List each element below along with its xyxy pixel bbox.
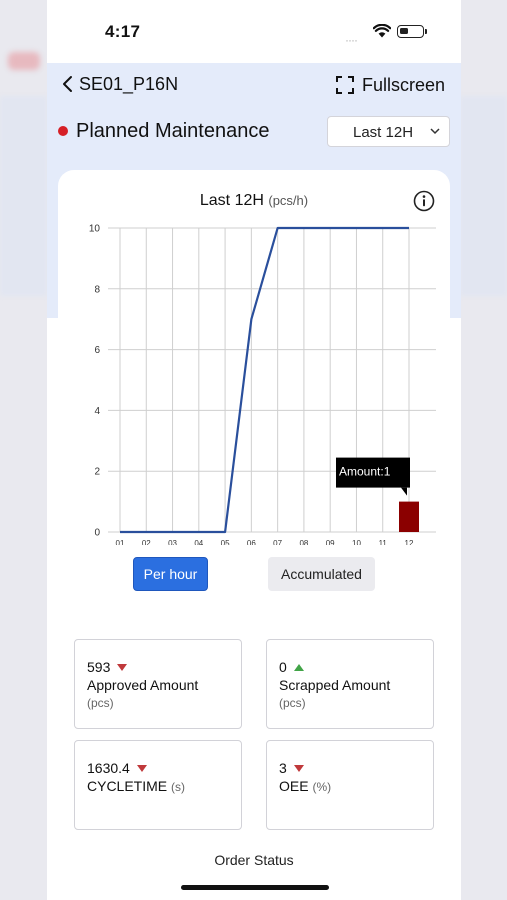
state-indicator-dot: [58, 126, 68, 136]
time-range-value: Last 12H: [353, 124, 414, 141]
machine-id-title[interactable]: SE01_P16N: [79, 74, 178, 95]
tooltip-pointer: [401, 487, 407, 496]
x-tick-label: 02: [142, 539, 151, 545]
background-blur: [8, 52, 40, 70]
metric-value: 3: [279, 760, 287, 776]
accumulated-button[interactable]: Accumulated: [268, 557, 375, 591]
status-time: 4:17: [105, 22, 141, 41]
info-icon[interactable]: [413, 190, 435, 212]
x-tick-label: 04: [194, 539, 203, 545]
metric-value: 593: [87, 659, 111, 675]
metric-card-scrapped: 0 Scrapped Amount (pcs): [266, 639, 434, 729]
trend-down-icon: [293, 764, 304, 772]
machine-state-label: Planned Maintenance: [76, 120, 270, 142]
status-bar: 4:17 ····: [47, 0, 461, 63]
per-hour-button[interactable]: Per hour: [133, 557, 208, 591]
metric-unit: (pcs): [87, 696, 114, 710]
metric-label-text: CYCLETIME: [87, 778, 168, 794]
metric-label: CYCLETIME (s): [87, 778, 185, 794]
tooltip-text: Amount:1: [339, 465, 391, 479]
time-range-select[interactable]: Last 12H: [327, 116, 450, 147]
chart-title: Last 12H (pcs/h): [58, 192, 450, 210]
fullscreen-label: Fullscreen: [361, 74, 445, 95]
metric-card-approved: 593 Approved Amount (pcs): [74, 639, 242, 729]
y-tick-label: 4: [94, 406, 100, 417]
metric-unit: (pcs): [279, 696, 306, 710]
y-tick-label: 6: [94, 345, 100, 356]
fullscreen-button[interactable]: Fullscreen: [335, 73, 445, 97]
phone-screen: 4:17 ···· SE01_P16N Fullscreen Planned M…: [47, 0, 461, 900]
metric-card-oee: 3 OEE (%): [266, 740, 434, 830]
signal-icon: ····: [345, 33, 358, 47]
metric-card-cycletime: 1630.4 CYCLETIME (s): [74, 740, 242, 830]
metric-label-text: OEE: [279, 778, 309, 794]
background-blur: [460, 96, 507, 296]
trend-down-icon: [136, 764, 147, 772]
metric-value: 0: [279, 659, 287, 675]
battery-icon: [397, 25, 424, 38]
x-tick-label: 01: [116, 539, 125, 545]
metric-label: OEE (%): [279, 778, 331, 794]
x-tick-label: 07: [273, 539, 282, 545]
x-tick-label: 12: [405, 539, 414, 545]
y-tick-label: 8: [94, 284, 100, 295]
machine-state-row: Planned Maintenance Last 12H: [47, 113, 461, 153]
battery-tip: [425, 29, 427, 34]
background-blur: [0, 96, 47, 296]
x-tick-label: 10: [352, 539, 361, 545]
x-tick-label: 06: [247, 539, 256, 545]
line-chart: 024681001 02 03 04 05 06 07 08 09 10 11 12Amount:1: [89, 224, 436, 545]
x-tick-label: 11: [379, 539, 388, 545]
metric-unit: (%): [312, 780, 332, 794]
metric-label: Approved Amount: [87, 677, 199, 693]
trend-down-icon: [117, 663, 128, 671]
chart-title-text: Last 12H: [199, 192, 264, 209]
fullscreen-icon: [335, 76, 354, 94]
metric-unit: (s): [171, 780, 186, 794]
x-tick-label: 08: [299, 539, 308, 545]
trend-up-icon: [293, 663, 304, 671]
nav-bar: SE01_P16N Fullscreen: [47, 63, 461, 107]
x-tick-label: 05: [221, 539, 230, 545]
metric-value: 1630.4: [87, 760, 130, 776]
y-tick-label: 10: [89, 224, 101, 235]
bar-mark: [399, 501, 419, 532]
chart-title-unit: (pcs/h): [268, 193, 309, 208]
wifi-icon: [373, 24, 391, 38]
y-tick-label: 0: [94, 528, 100, 539]
x-tick-label: 03: [168, 539, 177, 545]
y-tick-label: 2: [94, 467, 100, 478]
metric-label: Scrapped Amount: [279, 677, 391, 693]
chart-card: Last 12H (pcs/h) 0 2 4 6 8 10 01 02 03 04 05 06 07 08…: [58, 170, 450, 610]
chevron-left-icon[interactable]: [61, 75, 75, 93]
order-status-heading: Order Status: [214, 852, 294, 868]
x-tick-label: 09: [326, 539, 335, 545]
home-indicator[interactable]: [181, 885, 329, 890]
chevron-down-icon: [430, 128, 440, 135]
